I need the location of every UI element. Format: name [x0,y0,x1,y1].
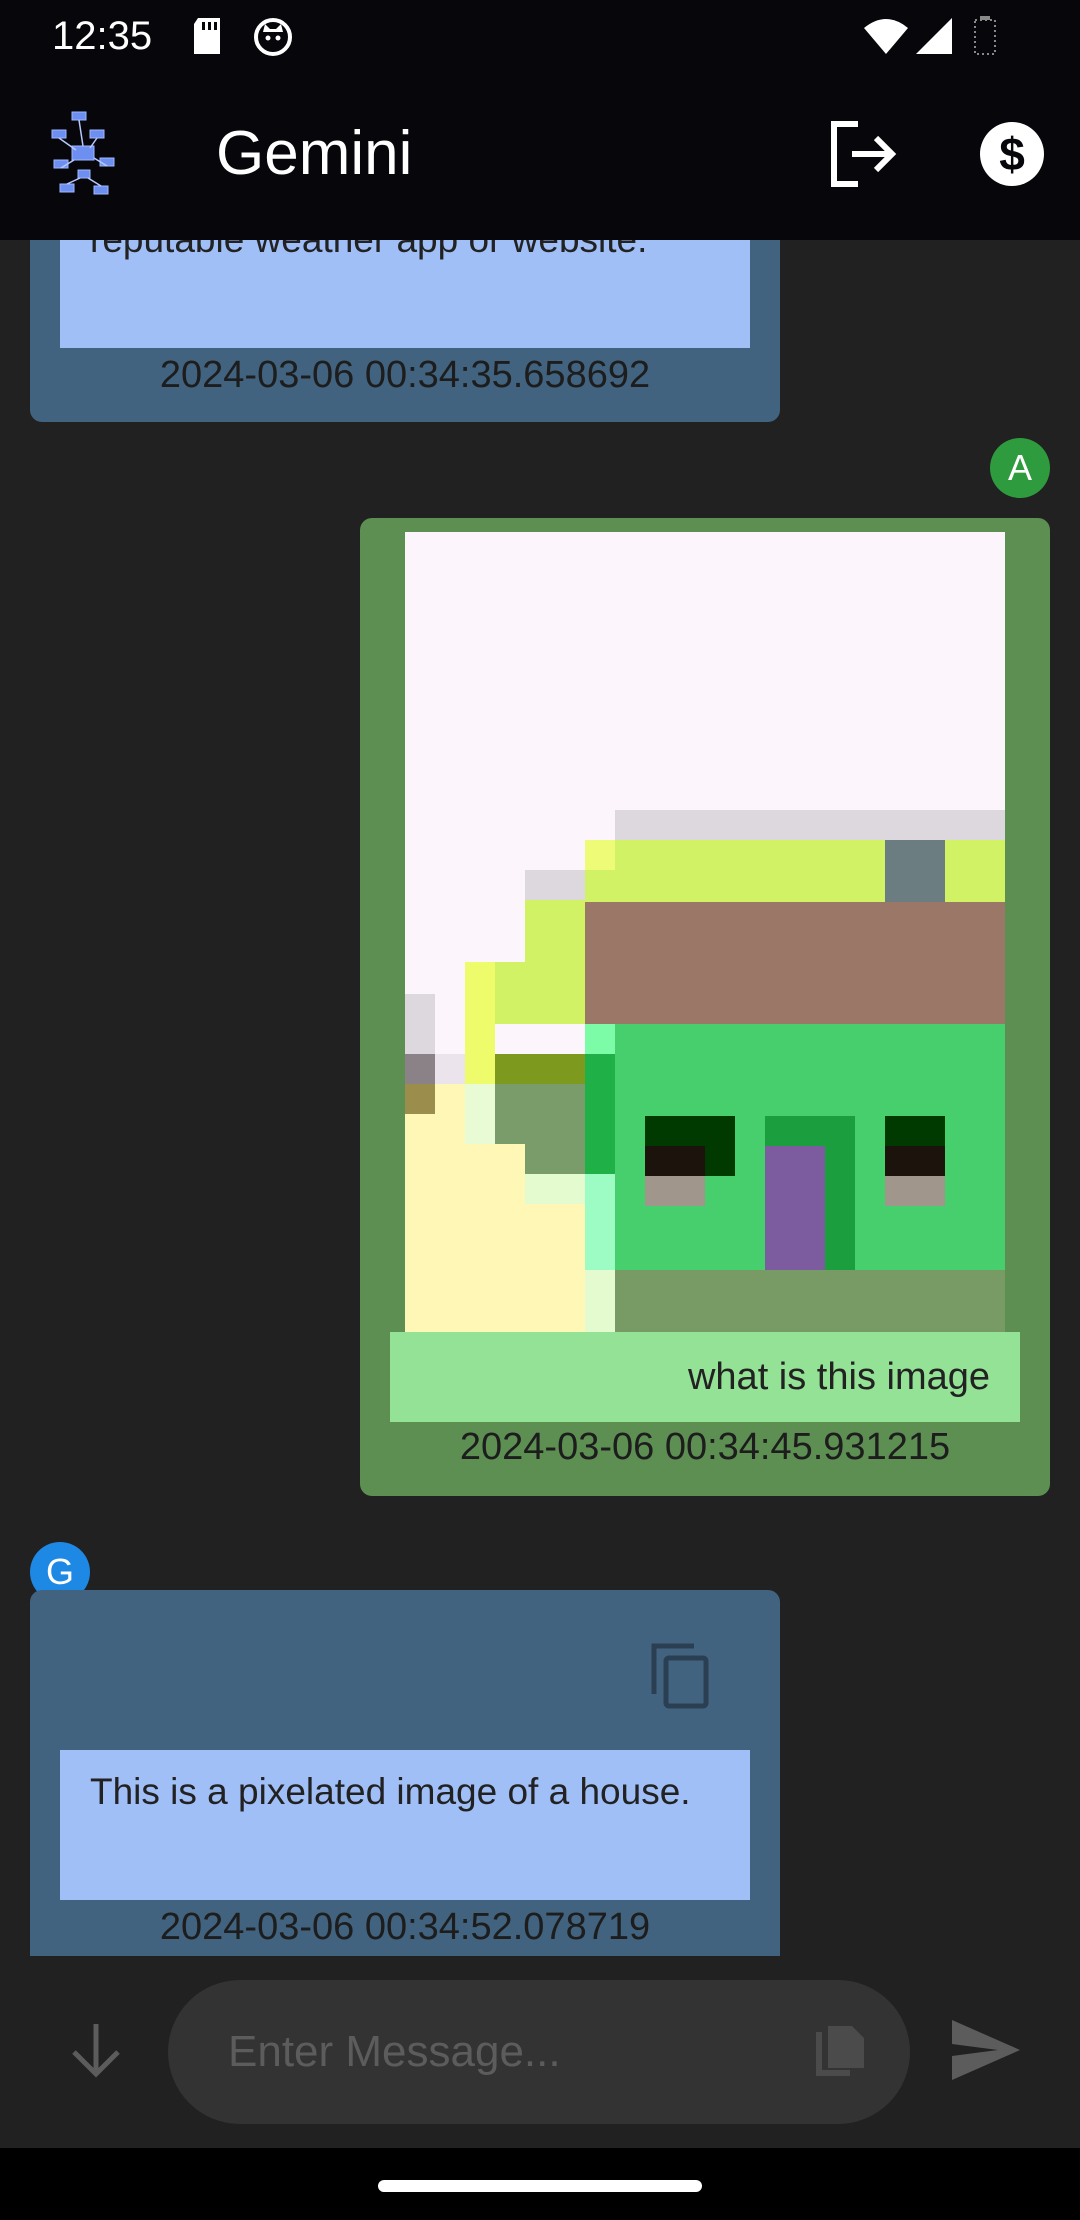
navigation-bar [0,2148,1080,2220]
gemini-message-bubble: reputable weather app or website. 2024-0… [30,240,780,422]
message-input[interactable] [228,1980,768,2124]
attached-image[interactable] [405,532,1005,1332]
signal-icon [916,18,952,54]
gemini-message-bubble: This is a pixelated image of a house. 20… [30,1590,780,1956]
attach-button[interactable] [812,2024,868,2080]
svg-text:$: $ [999,128,1025,180]
sd-card-icon [194,18,220,54]
status-time: 12:35 [52,14,153,58]
billing-button[interactable]: $ [974,116,1050,192]
composer-bar [0,1956,1080,2148]
cat-app-icon [254,18,292,56]
message-timestamp: 2024-03-06 00:34:52.078719 [159,1906,651,1948]
copy-icon [651,1643,709,1709]
message-text: This is a pixelated image of a house. [90,1771,691,1812]
message-text: reputable weather app or website. [90,240,730,270]
app-title: Gemini [216,119,413,188]
app-bar: Gemini $ [0,72,1080,240]
message-input-container [168,1980,910,2124]
message-text-box: reputable weather app or website. [60,240,750,348]
message-timestamp: 2024-03-06 00:34:45.931215 [459,1426,951,1468]
chat-list[interactable]: reputable weather app or website. 2024-0… [0,240,1080,1956]
user-avatar: A [990,438,1050,498]
send-button[interactable] [950,2018,1022,2082]
battery-icon [974,16,996,55]
wifi-icon [864,19,908,54]
file-copy-icon [816,2026,864,2076]
user-message-bubble: what is this image 2024-03-06 00:34:45.9… [360,518,1050,1496]
arrow-down-icon [72,2024,120,2078]
home-gesture-handle[interactable] [378,2180,702,2192]
message-text-box: This is a pixelated image of a house. [60,1750,750,1900]
message-timestamp: 2024-03-06 00:34:35.658692 [159,354,651,396]
logout-button[interactable] [826,116,902,192]
status-bar: 12:35 [0,0,1080,72]
scroll-down-button[interactable] [66,2020,126,2080]
dollar-circle-icon: $ [980,122,1044,186]
network-cube-icon [51,111,115,195]
send-icon [952,2020,1020,2080]
copy-button[interactable] [646,1640,716,1710]
logout-icon [831,121,897,187]
message-text: what is this image [390,1332,1020,1422]
